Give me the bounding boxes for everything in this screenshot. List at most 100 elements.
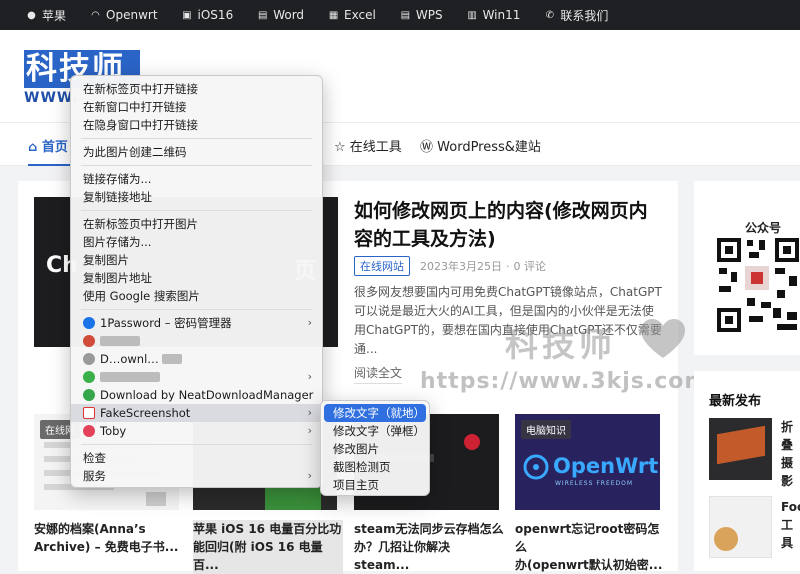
chevron-right-icon: › <box>307 424 312 437</box>
menu-1password[interactable]: 1Password – 密码管理器 › <box>71 314 322 332</box>
thumb-image <box>717 425 765 465</box>
blurred-label <box>100 336 140 346</box>
read-more-link[interactable]: 阅读全文 <box>354 364 403 384</box>
card-title-1[interactable]: 安娜的档案(Anna’s Archive) – 免费电子书... <box>34 520 184 556</box>
menu-copy-image-address[interactable]: 复制图片地址 <box>71 269 322 287</box>
windows-icon: ▥ <box>467 9 477 21</box>
menu-separator <box>81 309 312 310</box>
chevron-right-icon: › <box>307 370 312 383</box>
thumb-image <box>265 488 321 510</box>
menu-open-link-incognito[interactable]: 在隐身窗口中打开链接 <box>71 116 322 134</box>
recent-thumb-1[interactable] <box>709 418 772 480</box>
thumb-image <box>464 434 480 450</box>
wechat-title: 公众号 <box>745 221 782 235</box>
menu-inspect[interactable]: 检查 <box>71 449 322 467</box>
word-icon: ▤ <box>257 9 268 21</box>
fakescreenshot-icon <box>83 407 95 419</box>
menu-open-link-new-window[interactable]: 在新窗口中打开链接 <box>71 98 322 116</box>
openwrt-logo-icon <box>523 454 549 480</box>
chevron-right-icon: › <box>307 406 312 419</box>
phone-icon: ✆ <box>545 9 555 21</box>
wechat-qr-code <box>715 236 800 334</box>
wifi-icon: ◠ <box>91 9 100 21</box>
context-menu: 在新标签页中打开链接 在新窗口中打开链接 在隐身窗口中打开链接 为此图片创建二维… <box>70 75 323 488</box>
apple-icon: ● <box>27 9 36 21</box>
topbar-item-ios16[interactable]: ▣ iOS16 <box>182 8 233 22</box>
menu-separator <box>81 165 312 166</box>
topbar-item-contact[interactable]: ✆ 联系我们 <box>544 7 609 24</box>
menu-open-link-new-tab[interactable]: 在新标签页中打开链接 <box>71 80 322 98</box>
extension-icon <box>83 335 95 347</box>
recent-thumb-2[interactable] <box>709 496 772 558</box>
watermark-url: https://www.3kjs.com <box>420 369 709 394</box>
openwrt-brand-name: OpenWrt <box>553 454 659 478</box>
wps-icon: ▤ <box>400 9 411 21</box>
card-title-4[interactable]: openwrt忘记root密码怎么 办(openwrt默认初始密... <box>515 520 665 574</box>
nav-item-online-tools[interactable]: ☆ 在线工具 <box>334 136 402 155</box>
recent-title-2[interactable]: Foc工具 <box>781 498 800 552</box>
thumb-image <box>714 527 738 551</box>
nav-item-wordpress[interactable]: Ⓦ WordPress&建站 <box>420 136 541 155</box>
card-title-2[interactable]: 苹果 iOS 16 电量百分比功 能回归(附 iOS 16 电量百... <box>193 520 343 574</box>
extension-icon <box>83 371 95 383</box>
topbar-item-excel[interactable]: ▦ Excel <box>328 8 376 22</box>
topbar-item-win11[interactable]: ▥ Win11 <box>467 8 520 22</box>
heart-icon <box>641 319 685 358</box>
1password-icon <box>83 317 95 329</box>
blurred-label <box>162 354 183 364</box>
thumb-image <box>146 492 166 506</box>
submenu-screenshot-check[interactable]: 截图检测页 <box>324 458 426 476</box>
recent-title-1[interactable]: 折叠 摄影 <box>781 418 800 490</box>
menu-separator <box>81 444 312 445</box>
recent-title: 最新发布 <box>709 394 762 409</box>
featured-meta: 在线网站 2023年3月25日 · 0 评论 <box>354 256 546 276</box>
card-badge: 电脑知识 <box>521 420 571 439</box>
topbar-item-word[interactable]: ▤ Word <box>257 8 304 22</box>
nav-item-home[interactable]: ⌂ 首页 <box>28 136 70 166</box>
menu-separator <box>81 138 312 139</box>
menu-create-qr[interactable]: 为此图片创建二维码 <box>71 143 322 161</box>
featured-title[interactable]: 如何修改网页上的内容(修改网页内容的工具及方法) <box>354 197 664 253</box>
menu-extension-blurred-3[interactable]: › <box>71 368 322 386</box>
post-date: 2023年3月25日 <box>420 260 502 273</box>
menu-neat-download[interactable]: Download by NeatDownloadManager <box>71 386 322 404</box>
toby-icon <box>83 425 95 437</box>
home-icon: ⌂ <box>28 140 38 155</box>
category-tag[interactable]: 在线网站 <box>354 256 410 276</box>
chevron-right-icon: › <box>307 469 312 482</box>
menu-extension-blurred-2[interactable]: D…ownl… <box>71 350 322 368</box>
excel-icon: ▦ <box>328 9 339 21</box>
menu-copy-link-address[interactable]: 复制链接地址 <box>71 188 322 206</box>
watermark-text: 科技师 <box>505 325 616 364</box>
submenu-edit-text-inplace[interactable]: 修改文字（就地） <box>324 404 426 422</box>
menu-toby[interactable]: Toby › <box>71 422 322 440</box>
menu-copy-image[interactable]: 复制图片 <box>71 251 322 269</box>
chevron-right-icon: › <box>307 316 312 329</box>
menu-google-search-image[interactable]: 使用 Google 搜索图片 <box>71 287 322 305</box>
comment-count[interactable]: 0 评论 <box>514 258 547 274</box>
menu-fakescreenshot[interactable]: FakeScreenshot › <box>71 404 322 422</box>
blurred-label <box>100 372 160 382</box>
submenu-project-home[interactable]: 项目主页 <box>324 476 426 494</box>
submenu-edit-image[interactable]: 修改图片 <box>324 440 426 458</box>
menu-extension-blurred-1[interactable] <box>71 332 322 350</box>
topbar-item-wps[interactable]: ▤ WPS <box>400 8 443 22</box>
openwrt-brand-sub: WIRELESS FREEDOM <box>555 480 634 487</box>
menu-save-image-as[interactable]: 图片存储为... <box>71 233 322 251</box>
fakescreenshot-submenu: 修改文字（就地） 修改文字（弹框） 修改图片 截图检测页 项目主页 <box>320 400 430 496</box>
menu-open-image-new-tab[interactable]: 在新标签页中打开图片 <box>71 215 322 233</box>
topbar-item-apple[interactable]: ● 苹果 <box>26 7 66 24</box>
menu-save-link-as[interactable]: 链接存储为... <box>71 170 322 188</box>
card-thumb-4[interactable]: 电脑知识 OpenWrt WIRELESS FREEDOM <box>515 414 660 510</box>
top-bar: ● 苹果 ◠ Openwrt ▣ iOS16 ▤ Word ▦ Excel ▤ WPS ▥ W… <box>0 0 800 30</box>
card-title-3[interactable]: steam无法同步云存档怎么 办？几招让你解决steam... <box>354 520 504 574</box>
download-manager-icon <box>83 389 95 401</box>
wordpress-icon: Ⓦ <box>420 140 434 155</box>
menu-separator <box>81 210 312 211</box>
ios-icon: ▣ <box>182 9 192 21</box>
meta-dot: · <box>506 259 510 273</box>
topbar-item-openwrt[interactable]: ◠ Openwrt <box>90 8 157 22</box>
submenu-edit-text-popup[interactable]: 修改文字（弹框） <box>324 422 426 440</box>
menu-services[interactable]: 服务 › <box>71 467 322 485</box>
extension-icon <box>83 353 95 365</box>
